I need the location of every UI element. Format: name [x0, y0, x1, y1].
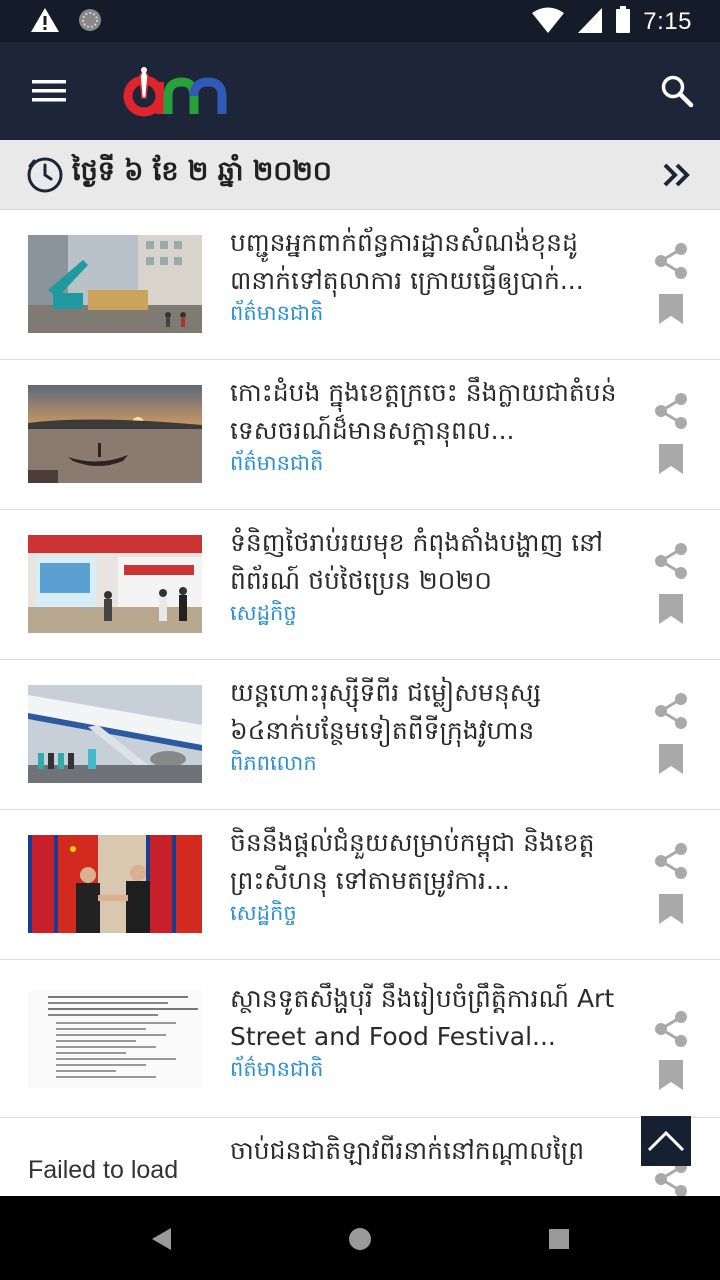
news-title[interactable]: ស្ថានទូតសឹង្ហបុរី នឹងរៀបចំព្រឹត្តិការណ៍ …	[230, 980, 622, 1056]
bookmark-icon	[659, 444, 683, 474]
share-icon	[655, 543, 687, 579]
news-item[interactable]: បញ្ជូនអ្នកពាក់ព័ន្ធការដ្ឋានសំណង់ខុនដូ ៣ន…	[0, 210, 720, 360]
recents-square-icon	[549, 1229, 569, 1249]
search-icon	[661, 75, 694, 108]
bookmark-button[interactable]	[654, 590, 688, 628]
news-title[interactable]: ចាប់ជនជាតិឡាវពីរនាក់នៅកណ្តាលព្រៃ	[230, 1132, 622, 1196]
bookmark-button[interactable]	[654, 740, 688, 778]
news-list[interactable]: បញ្ជូនអ្នកពាក់ព័ន្ធការដ្ឋានសំណង់ខុនដូ ៣ន…	[0, 210, 720, 1196]
signal-icon	[577, 6, 603, 38]
share-icon	[655, 393, 687, 429]
bookmark-icon	[659, 1060, 683, 1090]
app-logo[interactable]	[122, 62, 230, 122]
news-thumbnail	[28, 835, 202, 933]
back-triangle-icon	[152, 1228, 171, 1250]
search-button[interactable]	[650, 64, 704, 118]
thumbnail-failed-text: Failed to load	[28, 1156, 179, 1184]
hamburger-icon	[32, 80, 66, 102]
news-title[interactable]: យន្តហោះរុស្ស៊ីទីពីរ ជម្លៀសមនុស្ស ៦៤នាក់ប…	[230, 674, 622, 750]
battery-icon	[615, 6, 631, 38]
warning-icon	[30, 6, 60, 38]
wifi-icon	[531, 6, 565, 38]
navigation-bar	[0, 1196, 720, 1280]
bookmark-button[interactable]	[654, 890, 688, 928]
double-chevron-right-icon	[663, 163, 690, 187]
news-item[interactable]: ចិននឹងផ្តល់ជំនួយសម្រាប់កម្ពុជា និងខេត្តព…	[0, 810, 720, 960]
back-button[interactable]	[136, 1214, 186, 1264]
news-thumbnail	[28, 535, 202, 633]
chevron-up-icon	[647, 1130, 685, 1152]
bookmark-icon	[659, 894, 683, 924]
news-category[interactable]: សេដ្ឋកិច្ច	[230, 600, 297, 631]
news-category[interactable]: សេដ្ឋកិច្ច	[230, 900, 297, 931]
share-button[interactable]	[650, 1008, 692, 1050]
scroll-to-top-button[interactable]	[641, 1116, 691, 1166]
status-bar: 7:15	[0, 0, 720, 42]
bookmark-icon	[659, 744, 683, 774]
menu-button[interactable]	[22, 64, 76, 118]
news-title[interactable]: បញ្ជូនអ្នកពាក់ព័ន្ធការដ្ឋានសំណង់ខុនដូ ៣ន…	[230, 224, 622, 300]
current-date: ថ្ងៃទី ៦ ខែ ២ ឆ្នាំ ២០២០	[72, 156, 332, 187]
bookmark-button[interactable]	[654, 290, 688, 328]
news-item[interactable]: ទំនិញថៃរាប់រយមុខ កំពុងតាំងបង្ហាញ នៅពិព័រ…	[0, 510, 720, 660]
news-title[interactable]: កោះដំបង ក្នុងខេត្តក្រចេះ នឹងក្លាយជាតំបន់…	[230, 374, 622, 450]
next-date-button[interactable]	[652, 150, 702, 200]
news-item[interactable]: កោះដំបង ក្នុងខេត្តក្រចេះ នឹងក្លាយជាតំបន់…	[0, 360, 720, 510]
bookmark-button[interactable]	[654, 1056, 688, 1094]
news-thumbnail	[28, 385, 202, 483]
news-category[interactable]: ព័ត៌មានជាតិ	[230, 300, 323, 331]
news-title[interactable]: ចិននឹងផ្តល់ជំនួយសម្រាប់កម្ពុជា និងខេត្តព…	[230, 824, 622, 900]
share-button[interactable]	[650, 690, 692, 732]
date-bar: ថ្ងៃទី ៦ ខែ ២ ឆ្នាំ ២០២០	[0, 140, 720, 210]
news-item[interactable]: Failed to load ចាប់ជនជាតិឡាវពីរនាក់នៅកណ្…	[0, 1118, 720, 1196]
home-button[interactable]	[335, 1214, 385, 1264]
news-item[interactable]: យន្តហោះរុស្ស៊ីទីពីរ ជម្លៀសមនុស្ស ៦៤នាក់ប…	[0, 660, 720, 810]
share-button[interactable]	[650, 390, 692, 432]
news-category[interactable]: ពិភពលោក	[230, 750, 317, 781]
home-circle-icon	[349, 1228, 371, 1250]
clock-icon	[27, 157, 63, 193]
share-icon	[655, 1011, 687, 1047]
bookmark-button[interactable]	[654, 440, 688, 478]
app-bar	[0, 42, 720, 140]
news-thumbnail	[28, 235, 202, 333]
news-category[interactable]: ព័ត៌មានជាតិ	[230, 450, 323, 481]
recents-button[interactable]	[534, 1214, 584, 1264]
share-button[interactable]	[650, 840, 692, 882]
bookmark-icon	[659, 594, 683, 624]
share-button[interactable]	[650, 240, 692, 282]
news-thumbnail	[28, 685, 202, 783]
news-item[interactable]: ស្ថានទូតសឹង្ហបុរី នឹងរៀបចំព្រឹត្តិការណ៍ …	[0, 960, 720, 1118]
status-time: 7:15	[643, 8, 692, 35]
sync-icon	[76, 6, 104, 38]
share-icon	[655, 243, 687, 279]
share-button[interactable]	[650, 540, 692, 582]
share-icon	[655, 843, 687, 879]
bookmark-icon	[659, 294, 683, 324]
news-title[interactable]: ទំនិញថៃរាប់រយមុខ កំពុងតាំងបង្ហាញ នៅពិព័រ…	[230, 524, 622, 600]
share-icon	[655, 693, 687, 729]
news-category[interactable]: ព័ត៌មានជាតិ	[230, 1056, 323, 1087]
news-thumbnail	[28, 990, 202, 1088]
